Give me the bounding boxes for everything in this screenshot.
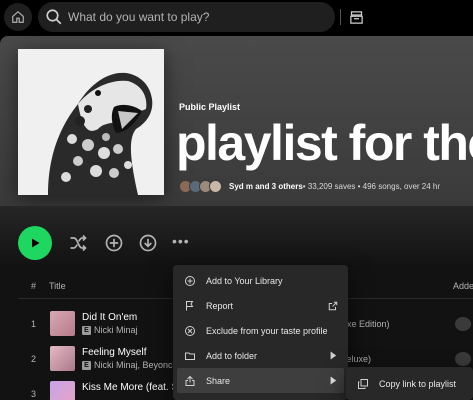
cover-art-leopard (18, 49, 164, 195)
search-icon (46, 9, 62, 25)
menu-item-add-to-folder[interactable]: Add to folder (177, 343, 344, 368)
explicit-badge: E (82, 360, 91, 370)
download-button[interactable] (137, 232, 159, 254)
add-to-library-button[interactable] (103, 232, 125, 254)
add-circle-icon (105, 234, 123, 252)
menu-item-label: Report (206, 300, 234, 311)
play-icon (32, 238, 40, 248)
flag-icon (184, 300, 196, 312)
track-artist[interactable]: Nicki Minaj (94, 325, 138, 335)
home-icon (12, 10, 24, 23)
menu-item-add-to-library[interactable]: Add to Your Library (177, 268, 344, 293)
menu-item-label: Add to Your Library (206, 275, 283, 286)
home-button[interactable] (4, 3, 32, 31)
add-circle-icon (184, 275, 196, 287)
context-menu: Add to Your Library Report Exclude from … (173, 265, 348, 400)
share-icon (184, 375, 196, 387)
avatar (209, 179, 222, 193)
playlist-type: Public Playlist (179, 102, 241, 112)
menu-item-report[interactable]: Report (177, 293, 344, 318)
search-divider (340, 9, 341, 25)
track-number: 3 (31, 389, 37, 399)
menu-item-copy-link[interactable]: Copy link to playlist (350, 371, 469, 396)
track-artist[interactable]: Nicki Minaj, Beyonce (94, 360, 178, 370)
shuffle-icon (70, 234, 87, 252)
column-header-added[interactable]: Adde (453, 281, 473, 291)
track-number: 1 (31, 319, 37, 329)
menu-item-label: Add to folder (206, 350, 258, 361)
playlist-stats: • 33,209 saves • 496 songs, over 24 hr (302, 181, 441, 191)
play-button[interactable] (18, 226, 52, 260)
page-title: playlist for the (176, 115, 473, 171)
copy-icon (357, 378, 369, 390)
chevron-right-icon (328, 350, 338, 361)
browse-icon (349, 10, 363, 24)
track-artist-line: E Nicki Minaj (82, 325, 138, 335)
search-box[interactable] (38, 2, 363, 32)
menu-item-label: Share (206, 375, 231, 386)
folder-icon (184, 350, 196, 362)
collaborator-avatars[interactable] (179, 179, 222, 193)
column-header-title[interactable]: Title (49, 281, 66, 291)
track-art (50, 381, 75, 400)
added-by-avatar (455, 317, 471, 331)
menu-item-exclude-taste-profile[interactable]: Exclude from your taste profile (177, 318, 344, 343)
track-title[interactable]: Did It On'em (82, 312, 137, 323)
more-options-button[interactable]: ••• (172, 234, 194, 248)
added-by-avatar (455, 352, 471, 366)
playlist-owner[interactable]: Syd m and 3 others (229, 182, 303, 191)
track-title[interactable]: Kiss Me More (feat. S (82, 382, 178, 393)
playlist-cover[interactable] (18, 49, 164, 195)
explicit-badge: E (82, 325, 91, 335)
playlist-meta: Syd m and 3 others • 33,209 saves • 496 … (179, 179, 440, 193)
shuffle-button[interactable] (67, 232, 89, 254)
track-title[interactable]: Feeling Myself (82, 347, 146, 358)
top-bar (0, 0, 473, 36)
exclude-icon (184, 325, 196, 337)
browse-button[interactable] (346, 7, 366, 27)
playlist-header: Public Playlist playlist for the Syd m a… (0, 36, 473, 206)
track-artist-line: E Nicki Minaj, Beyonce (82, 360, 178, 370)
menu-item-label: Copy link to playlist (379, 378, 457, 389)
chevron-right-icon (328, 375, 338, 386)
download-icon (139, 234, 157, 252)
share-submenu: Copy link to playlist (346, 367, 473, 400)
track-number: 2 (31, 354, 37, 364)
menu-item-share[interactable]: Share (177, 368, 344, 393)
track-art (50, 311, 75, 336)
column-header-number: # (31, 281, 37, 291)
menu-item-label: Exclude from your taste profile (206, 325, 328, 336)
search-input[interactable] (68, 2, 308, 32)
external-link-icon (328, 300, 338, 311)
track-art (50, 346, 75, 371)
